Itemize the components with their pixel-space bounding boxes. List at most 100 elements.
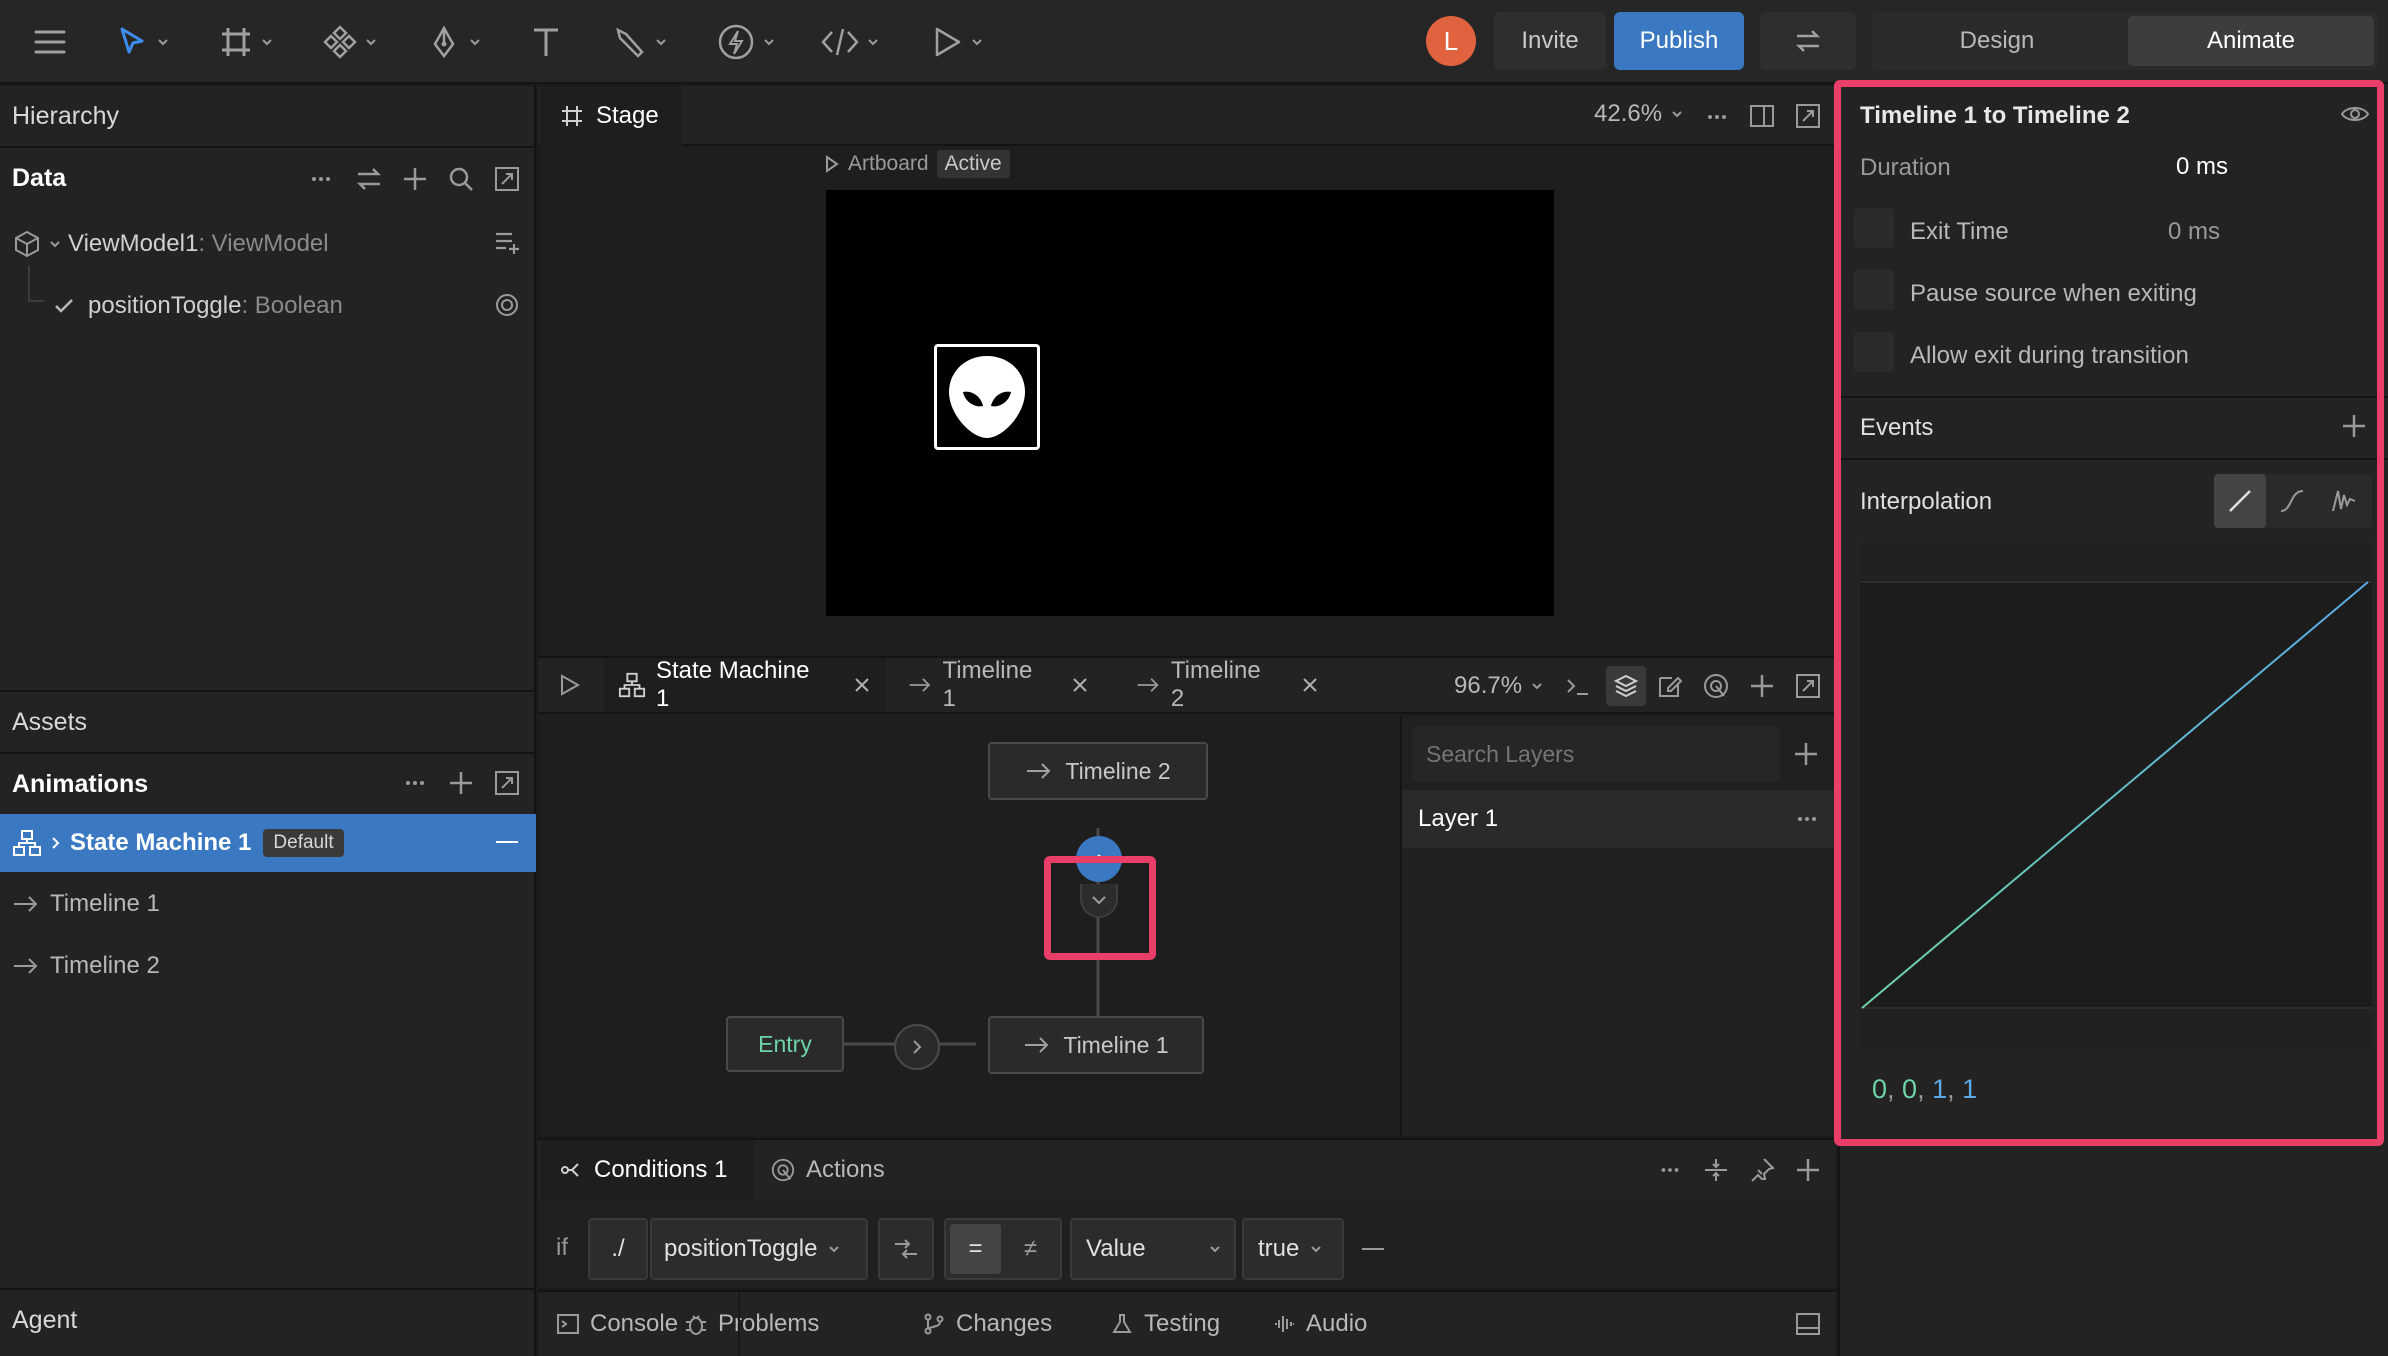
alien-graphic[interactable] <box>934 344 1040 450</box>
artboard-label-row[interactable]: Artboard Active <box>824 150 1010 178</box>
operator-equal-button[interactable]: = <box>950 1224 1001 1274</box>
state-machine-graph[interactable]: Timeline 2 Entry Timeline 1 <box>538 716 1402 1136</box>
tab-conditions[interactable]: Conditions 1 <box>540 1140 754 1200</box>
expand-icon[interactable] <box>1794 672 1822 700</box>
expand-icon[interactable] <box>492 164 522 194</box>
code-tool-icon[interactable] <box>820 20 880 64</box>
event-tool-icon[interactable] <box>716 20 776 64</box>
operator-not-equal-button[interactable]: ≠ <box>1005 1224 1056 1274</box>
align-icon[interactable] <box>1702 1156 1730 1184</box>
split-view-icon[interactable] <box>1748 102 1776 130</box>
value-type-select[interactable]: Value <box>1070 1218 1236 1280</box>
add-event-icon[interactable] <box>2340 412 2368 440</box>
tab-timeline-1[interactable]: Timeline 1 <box>894 657 1104 712</box>
publish-button[interactable]: Publish <box>1614 12 1744 70</box>
tab-console[interactable]: Console <box>556 1292 678 1356</box>
animation-item-state-machine[interactable]: State Machine 1 Default <box>0 814 536 872</box>
property-select[interactable]: positionToggle <box>650 1218 868 1280</box>
close-icon[interactable] <box>1070 675 1090 695</box>
collapse-icon[interactable] <box>496 841 518 843</box>
add-property-icon[interactable] <box>492 226 522 256</box>
sm-zoom-select[interactable]: 96.7% <box>1454 672 1544 700</box>
tab-changes[interactable]: Changes <box>922 1292 1052 1356</box>
select-tool-icon[interactable] <box>114 20 170 64</box>
interpolation-curve-graph[interactable] <box>1860 542 2372 1048</box>
console-icon[interactable] <box>1564 672 1592 700</box>
transition-up-button[interactable] <box>1076 836 1122 882</box>
hierarchy-header[interactable]: Hierarchy <box>0 86 536 146</box>
stage-zoom-select[interactable]: 42.6% <box>1594 100 1684 128</box>
menu-icon[interactable] <box>30 20 70 64</box>
layers-icon[interactable] <box>1606 666 1646 706</box>
tab-design[interactable]: Design <box>1872 12 2122 70</box>
user-avatar[interactable]: L <box>1426 16 1476 66</box>
swap-button[interactable] <box>1760 12 1856 70</box>
frame-tool-icon[interactable] <box>218 20 274 64</box>
interpolation-cubic-button[interactable] <box>2266 474 2318 528</box>
close-icon[interactable] <box>852 675 872 695</box>
pause-source-checkbox[interactable] <box>1854 270 1894 310</box>
play-tool-icon[interactable] <box>928 20 984 64</box>
artboard-canvas[interactable] <box>826 190 1554 616</box>
add-animation-icon[interactable] <box>446 768 476 798</box>
tab-animate[interactable]: Animate <box>2128 16 2374 66</box>
add-condition-icon[interactable] <box>1794 1156 1822 1184</box>
assets-header[interactable]: Assets <box>0 692 536 752</box>
exit-time-field[interactable]: 0 ms <box>2168 212 2220 252</box>
close-icon[interactable] <box>1300 675 1320 695</box>
tab-actions[interactable]: Actions <box>770 1140 885 1200</box>
play-icon[interactable] <box>556 672 582 698</box>
allow-exit-checkbox[interactable] <box>1854 332 1894 372</box>
state-timeline-1[interactable]: Timeline 1 <box>988 1016 1204 1074</box>
entry-transition-button[interactable] <box>894 1024 940 1070</box>
avatar-letter: L <box>1443 25 1459 56</box>
agent-header[interactable]: Agent <box>0 1290 536 1350</box>
eye-icon[interactable] <box>2340 102 2370 126</box>
pin-icon[interactable] <box>1748 1156 1776 1184</box>
tab-state-machine-1[interactable]: State Machine 1 <box>604 657 886 712</box>
bone-tool-icon[interactable] <box>612 20 668 64</box>
expand-icon[interactable] <box>1794 102 1822 130</box>
add-icon[interactable] <box>400 164 430 194</box>
tab-stage[interactable]: Stage <box>540 86 682 146</box>
add-icon[interactable] <box>1748 672 1776 700</box>
layer-row[interactable]: Layer 1 <box>1402 790 1836 848</box>
interpolation-linear-button[interactable] <box>2214 474 2266 528</box>
more-icon[interactable] <box>306 164 336 194</box>
exit-time-checkbox[interactable] <box>1854 208 1894 248</box>
more-icon[interactable] <box>400 768 430 798</box>
remove-condition-icon[interactable] <box>1362 1248 1384 1250</box>
compare-mode-button[interactable] <box>878 1218 934 1280</box>
panel-toggle-icon[interactable] <box>1794 1310 1822 1338</box>
value-select[interactable]: true <box>1242 1218 1344 1280</box>
swap-icon[interactable] <box>354 164 384 194</box>
animation-item-timeline-2[interactable]: Timeline 2 <box>12 938 160 994</box>
more-icon[interactable] <box>1656 1156 1684 1184</box>
expand-icon[interactable] <box>492 768 522 798</box>
more-icon[interactable] <box>1702 102 1732 132</box>
interpolation-elastic-button[interactable] <box>2318 474 2370 528</box>
search-layers-input[interactable] <box>1412 726 1780 782</box>
text-tool-icon[interactable] <box>528 20 564 64</box>
viewmodel-row[interactable]: ViewModel1: ViewModel <box>12 222 532 266</box>
arrow-right-icon <box>12 894 40 914</box>
component-tool-icon[interactable] <box>322 20 378 64</box>
state-entry[interactable]: Entry <box>726 1016 844 1072</box>
bind-icon[interactable] <box>492 290 522 320</box>
property-row[interactable]: positionToggle: Boolean <box>52 284 532 328</box>
path-button[interactable]: ./ <box>588 1218 648 1280</box>
search-icon[interactable] <box>446 164 476 194</box>
tab-testing[interactable]: Testing <box>1110 1292 1220 1356</box>
tab-problems[interactable]: Problems <box>684 1292 819 1356</box>
duration-field[interactable]: 0 ms <box>2176 146 2366 188</box>
add-layer-icon[interactable] <box>1792 740 1820 768</box>
animation-item-timeline-1[interactable]: Timeline 1 <box>12 876 160 932</box>
listener-icon[interactable] <box>1702 672 1730 700</box>
curve-values[interactable]: 0, 0, 1, 1 <box>1872 1074 1977 1105</box>
tab-timeline-2[interactable]: Timeline 2 <box>1122 657 1334 712</box>
state-timeline-2[interactable]: Timeline 2 <box>988 742 1208 800</box>
invite-button[interactable]: Invite <box>1494 12 1606 70</box>
tab-audio[interactable]: Audio <box>1272 1292 1367 1356</box>
edit-icon[interactable] <box>1656 672 1684 700</box>
pen-tool-icon[interactable] <box>426 20 482 64</box>
